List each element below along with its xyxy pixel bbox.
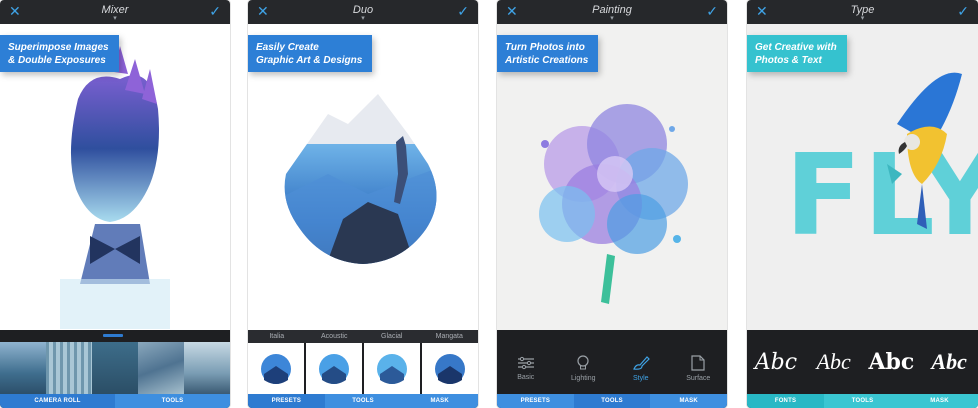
selection-indicator (103, 334, 123, 337)
tab-camera-roll[interactable]: CAMERA ROLL (0, 394, 115, 408)
tool-surface[interactable]: Surface (670, 342, 728, 394)
callout-line: Photos & Text (755, 55, 822, 66)
painting-screen: ✕ Painting ▾ ✓ Turn Photos into Artistic… (497, 0, 727, 408)
checkmark-icon[interactable]: ✓ (209, 3, 221, 20)
canvas: Turn Photos into Artistic Creations (497, 24, 727, 330)
callout-line: & Double Exposures (8, 55, 106, 66)
bottom-panel: Abc Abc Abc Abc FONTS TOOLS MASK (747, 330, 978, 408)
top-bar: ✕ Painting ▾ ✓ (497, 0, 727, 24)
callout-line: Get Creative with (755, 42, 837, 53)
photo-thumbnail[interactable] (184, 342, 230, 394)
preset-thumbnail[interactable] (248, 343, 304, 394)
preset-strip (248, 343, 478, 394)
callout-line: Turn Photos into (505, 42, 585, 53)
tab-mask[interactable]: MASK (901, 394, 978, 408)
font-option[interactable]: Abc (863, 349, 921, 375)
sliders-icon (517, 356, 534, 369)
photo-thumbnail[interactable] (92, 342, 138, 394)
photo-thumbnail[interactable] (138, 342, 184, 394)
texture-icon (691, 354, 705, 371)
top-bar: ✕ Type ▾ ✓ (747, 0, 978, 24)
tab-bar: PRESETS TOOLS MASK (497, 394, 727, 408)
top-bar: ✕ Mixer ▾ ✓ (0, 0, 230, 24)
tool-label: Surface (686, 374, 711, 382)
font-option[interactable]: Abc (920, 349, 978, 375)
preset-label: Italia (269, 333, 285, 340)
preset-thumbnail[interactable] (364, 343, 420, 394)
tab-tools[interactable]: TOOLS (324, 394, 402, 408)
tool-label: Basic (517, 373, 535, 381)
preset-thumbnail[interactable] (306, 343, 362, 394)
tab-presets[interactable]: PRESETS (248, 394, 325, 408)
preset-labels: Italia Acoustic Glacial Mangata (248, 330, 478, 343)
tab-mask[interactable]: MASK (401, 394, 478, 408)
chevron-down-icon[interactable]: ▾ (0, 15, 230, 22)
preset-label: Acoustic (321, 333, 348, 340)
tab-fonts[interactable]: FONTS (747, 394, 824, 408)
canvas: Easily Create Graphic Art & Designs (248, 24, 478, 330)
callout-line: Graphic Art & Designs (256, 55, 363, 66)
callout-line: Artistic Creations (505, 55, 589, 66)
font-strip: Abc Abc Abc Abc (747, 330, 978, 394)
tab-tools[interactable]: TOOLS (573, 394, 651, 408)
tab-tools[interactable]: TOOLS (115, 394, 230, 408)
tool-basic[interactable]: Basic (497, 342, 555, 394)
tab-bar: CAMERA ROLL TOOLS (0, 394, 230, 408)
tab-mask[interactable]: MASK (650, 394, 727, 408)
bottom-panel: CAMERA ROLL TOOLS (0, 330, 230, 408)
tool-lighting[interactable]: Lighting (555, 342, 613, 394)
canvas-text: FLY (785, 131, 978, 261)
tab-tools[interactable]: TOOLS (824, 394, 901, 408)
photo-thumbnail[interactable] (46, 342, 92, 394)
feature-callout: Superimpose Images & Double Exposures (0, 35, 119, 72)
tool-label: Style (632, 374, 649, 382)
chevron-down-icon[interactable]: ▾ (248, 15, 478, 22)
canvas: FLY Get Creative with Photos & Text (747, 24, 978, 330)
tab-bar: FONTS TOOLS MASK (747, 394, 978, 408)
chevron-down-icon[interactable]: ▾ (497, 15, 727, 22)
feature-callout: Easily Create Graphic Art & Designs (248, 35, 373, 72)
font-option[interactable]: Abc (805, 349, 863, 375)
preset-thumbnail[interactable] (422, 343, 478, 394)
callout-line: Easily Create (256, 42, 319, 53)
tool-label: Lighting (570, 374, 596, 382)
duo-screen: ✕ Duo ▾ ✓ Easily Create Graphic Art & De… (248, 0, 478, 408)
bulb-icon (577, 354, 589, 369)
top-bar: ✕ Duo ▾ ✓ (248, 0, 478, 24)
bottom-panel: Italia Acoustic Glacial Mangata PRESETS … (248, 330, 478, 408)
chevron-down-icon[interactable]: ▾ (747, 15, 978, 22)
preset-label: Glacial (381, 333, 403, 340)
type-screen: ✕ Type ▾ ✓ FLY Get Creative with Photos … (747, 0, 978, 408)
preset-label: Mangata (435, 333, 463, 340)
callout-line: Superimpose Images (8, 42, 109, 53)
font-option[interactable]: Abc (747, 350, 805, 375)
checkmark-icon[interactable]: ✓ (457, 3, 469, 20)
brush-icon (632, 355, 650, 370)
camera-roll-strip (0, 342, 230, 394)
canvas: Superimpose Images & Double Exposures (0, 24, 230, 330)
feature-callout: Turn Photos into Artistic Creations (497, 35, 599, 72)
app-screenshot-strip: ✕ Mixer ▾ ✓ Superimpose Images & Double … (0, 0, 978, 408)
checkmark-icon[interactable]: ✓ (957, 3, 969, 20)
tab-bar: PRESETS TOOLS MASK (248, 394, 478, 408)
mixer-screen: ✕ Mixer ▾ ✓ Superimpose Images & Double … (0, 0, 230, 408)
tab-presets[interactable]: PRESETS (497, 394, 574, 408)
tool-strip: Basic Lighting Style Surface (497, 342, 727, 394)
checkmark-icon[interactable]: ✓ (706, 3, 718, 20)
feature-callout: Get Creative with Photos & Text (747, 35, 847, 72)
photo-thumbnail[interactable] (0, 342, 46, 394)
bottom-panel: Basic Lighting Style Surface PRESETS TOO… (497, 330, 727, 408)
tool-style[interactable]: Style (612, 342, 670, 394)
